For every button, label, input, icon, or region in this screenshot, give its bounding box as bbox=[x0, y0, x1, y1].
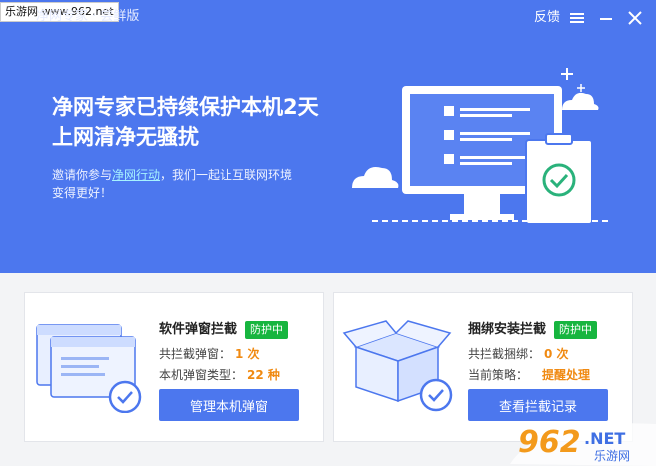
clean-net-link[interactable]: 净网行动 bbox=[112, 168, 160, 182]
feedback-button[interactable]: 反馈 bbox=[534, 8, 560, 28]
bundle-status-badge: 防护中 bbox=[554, 321, 597, 339]
stat-label: 本机弹窗类型： bbox=[159, 368, 244, 382]
stat-label: 共拦截捆绑： bbox=[468, 347, 541, 361]
invite-text: 邀请你参与净网行动，我们一起让互联网环境 变得更好！ bbox=[52, 166, 322, 202]
headline-line-2: 上网清净无骚扰 bbox=[52, 125, 199, 149]
monitor-shield-illustration bbox=[352, 68, 610, 225]
logo-caption: 乐游网 bbox=[594, 449, 630, 463]
app-window: 乐游网 www.962.net 净网专家 · 尝鲜版 反馈 净网专家已持续保护本… bbox=[0, 0, 656, 466]
stat-label: 共拦截弹窗： bbox=[159, 347, 232, 361]
manage-popups-button[interactable]: 管理本机弹窗 bbox=[159, 389, 299, 421]
app-title: 净网专家 · 尝鲜版 bbox=[36, 9, 140, 24]
protection-headline: 净网专家已持续保护本机2天 上网清净无骚扰 bbox=[52, 92, 352, 152]
site-watermark-logo: 962 .NET 乐游网 bbox=[510, 423, 656, 466]
sparkle-icon bbox=[577, 84, 585, 92]
sparkle-icon bbox=[561, 68, 573, 80]
bundle-stat-count: 共拦截捆绑： 0 次 bbox=[468, 346, 569, 362]
minimize-icon[interactable] bbox=[595, 7, 617, 29]
popup-block-title: 软件弹窗拦截 bbox=[159, 322, 238, 337]
bundle-block-title: 捆绑安装拦截 bbox=[468, 322, 547, 337]
stat-value: 1 次 bbox=[235, 347, 260, 361]
bundle-stat-policy: 当前策略： 提醒处理 bbox=[468, 367, 590, 383]
popup-stat-types: 本机弹窗类型： 22 种 bbox=[159, 367, 280, 383]
cloud-icon bbox=[352, 167, 399, 188]
logo-suffix: .NET bbox=[584, 429, 625, 448]
title-bar: 乐游网 www.962.net 净网专家 · 尝鲜版 反馈 bbox=[0, 0, 656, 36]
popup-block-card: 软件弹窗拦截 防护中 共拦截弹窗： 1 次 本机弹窗类型： 22 种 管理本机弹窗 bbox=[24, 292, 324, 442]
close-icon[interactable] bbox=[624, 7, 646, 29]
hero-banner: 乐游网 www.962.net 净网专家 · 尝鲜版 反馈 净网专家已持续保护本… bbox=[0, 0, 656, 273]
invite-suffix: ，我们一起让互联网环境 bbox=[160, 168, 293, 182]
menu-icon[interactable] bbox=[566, 7, 588, 29]
stat-label: 当前策略： bbox=[468, 368, 529, 382]
stat-value: 0 次 bbox=[544, 347, 569, 361]
cloud-icon bbox=[562, 92, 599, 110]
box-check-illustration bbox=[342, 320, 453, 412]
invite-line-2: 变得更好！ bbox=[52, 186, 113, 200]
invite-prefix: 邀请你参与 bbox=[52, 168, 113, 182]
stat-value: 22 种 bbox=[247, 368, 280, 382]
popup-stat-count: 共拦截弹窗： 1 次 bbox=[159, 346, 260, 362]
logo-number: 962 bbox=[518, 425, 581, 460]
windows-check-illustration bbox=[36, 324, 142, 413]
stat-value: 提醒处理 bbox=[542, 368, 591, 382]
headline-line-1: 净网专家已持续保护本机2天 bbox=[52, 95, 319, 119]
popup-status-badge: 防护中 bbox=[245, 321, 288, 339]
